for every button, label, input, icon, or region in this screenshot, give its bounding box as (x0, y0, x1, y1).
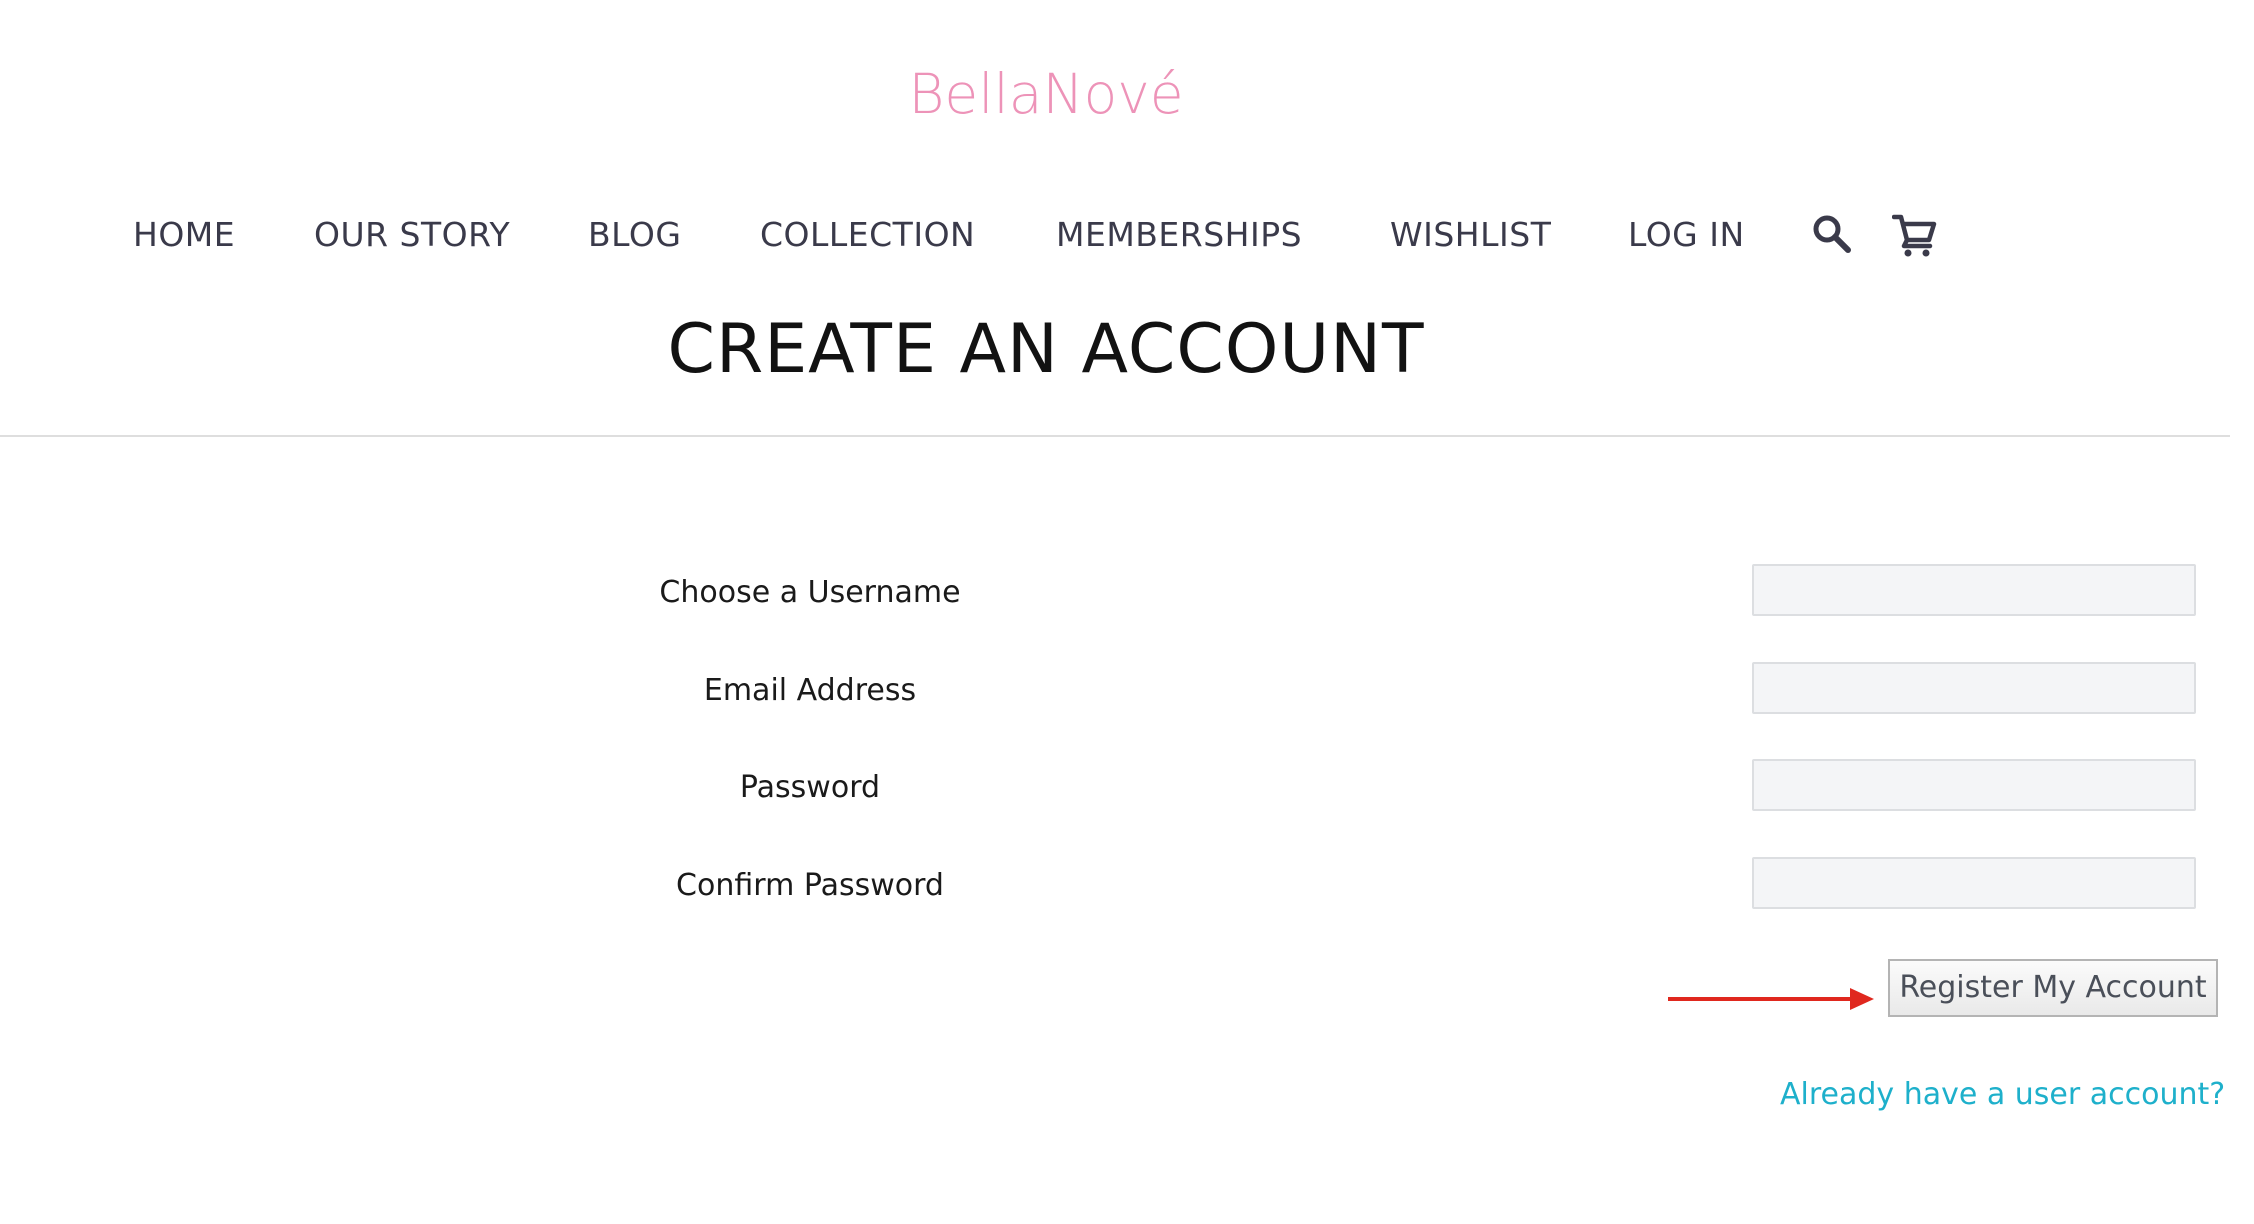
confirm-password-label: Confirm Password (676, 868, 944, 903)
nav-item-log-in[interactable]: LOG IN (1628, 200, 1745, 270)
email-field[interactable] (1752, 662, 2196, 714)
login-link[interactable]: Already have a user account? (1780, 1070, 2225, 1120)
nav-item-our-story[interactable]: OUR STORY (314, 200, 510, 270)
password-field[interactable] (1752, 759, 2196, 811)
register-button[interactable]: Register My Account (1888, 959, 2218, 1017)
nav-item-blog[interactable]: BLOG (588, 200, 681, 270)
password-label: Password (739, 770, 881, 805)
search-icon[interactable] (1810, 212, 1856, 258)
nav-item-memberships[interactable]: MEMBERSHIPS (1056, 200, 1302, 270)
nav-item-wishlist[interactable]: WISHLIST (1390, 200, 1551, 270)
main-nav: HOME OUR STORY BLOG COLLECTION MEMBERSHI… (0, 200, 2254, 270)
nav-item-home[interactable]: HOME (133, 200, 235, 270)
brand-logo[interactable]: BellaNové (0, 54, 2092, 134)
page-title: CREATE AN ACCOUNT (667, 310, 1425, 389)
nav-item-collection[interactable]: COLLECTION (760, 200, 975, 270)
header-divider (0, 435, 2230, 437)
email-label: Email Address (703, 673, 917, 708)
cart-icon[interactable] (1891, 212, 1938, 258)
username-field[interactable] (1752, 564, 2196, 616)
confirm-password-field[interactable] (1752, 857, 2196, 909)
username-label: Choose a Username (659, 575, 961, 610)
annotation-arrow-icon (1668, 988, 1874, 1010)
